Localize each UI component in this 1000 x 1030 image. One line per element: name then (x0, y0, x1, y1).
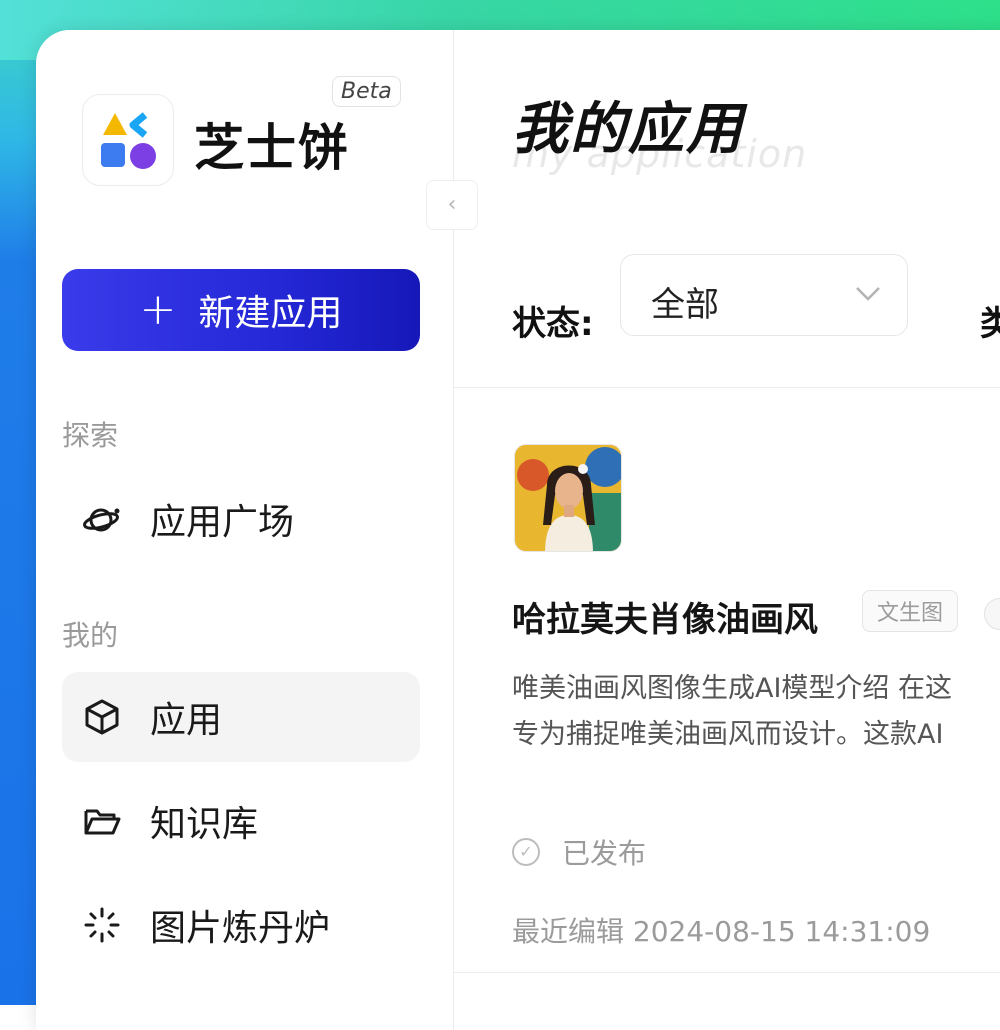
app-description-line: 专为捕捉唯美油画风而设计。这款AI (512, 719, 944, 750)
chevron-left-icon: ‹ (447, 192, 457, 217)
check-circle-icon: ✓ (512, 838, 540, 866)
portrait-painting-image (515, 445, 621, 551)
sidebar-item-image-furnace[interactable]: 图片炼丹炉 (62, 880, 420, 970)
sparkle-loader-icon (80, 903, 124, 947)
tag-extra-icon (984, 598, 1000, 630)
app-window: 芝士饼 Beta + 新建应用 探索 应用广场 我的 应用 知识库 图片炼丹炉 … (36, 30, 1000, 1030)
status-filter-value: 全部 (651, 285, 719, 325)
planet-icon (80, 497, 124, 541)
app-description-line: 唯美油画风图像生成AI模型介绍 在这 (512, 673, 953, 704)
sidebar-item-knowledge-base[interactable]: 知识库 (62, 776, 420, 866)
logo (82, 94, 174, 186)
cube-icon (80, 695, 124, 739)
logo-mark-icon (101, 112, 156, 169)
main-content: my application 我的应用 状态: 全部 类 哈拉莫夫肖像油画风 文… (454, 30, 1000, 1030)
sidebar: 芝士饼 Beta + 新建应用 探索 应用广场 我的 应用 知识库 图片炼丹炉 (36, 30, 454, 1030)
app-name: 哈拉莫夫肖像油画风 (512, 600, 818, 640)
section-label-mine: 我的 (62, 619, 119, 652)
filter-bar: 状态: 全部 类 (454, 252, 1000, 388)
sidebar-item-label: 图片炼丹炉 (150, 908, 331, 949)
new-app-button[interactable]: + 新建应用 (62, 269, 420, 351)
page-title: 我的应用 (512, 97, 744, 162)
app-card[interactable]: 哈拉莫夫肖像油画风 文生图 唯美油画风图像生成AI模型介绍 在这 专为捕捉唯美油… (454, 388, 1000, 973)
section-label-explore: 探索 (62, 419, 119, 452)
sidebar-item-apps[interactable]: 应用 (62, 672, 420, 762)
last-edited-time: 2024-08-15 14:31:09 (632, 915, 931, 948)
app-status-label: 已发布 (562, 837, 647, 870)
app-thumbnail (514, 444, 622, 552)
sidebar-item-label: 知识库 (150, 804, 259, 845)
last-edited: 最近编辑 2024-08-15 14:31:09 (512, 910, 930, 950)
app-status: ✓ 已发布 (512, 832, 646, 872)
plus-icon: + (139, 284, 177, 335)
last-edited-label: 最近编辑 (512, 915, 625, 948)
sidebar-item-label: 应用广场 (150, 502, 295, 543)
beta-badge: Beta (332, 76, 401, 107)
collapse-sidebar-button[interactable]: ‹ (426, 180, 478, 230)
type-filter-label: 类 (980, 304, 1000, 344)
chevron-down-icon (855, 279, 881, 309)
folder-icon (80, 799, 124, 843)
status-filter-label: 状态: (512, 304, 594, 344)
status-filter-select[interactable]: 全部 (620, 254, 908, 336)
app-type-tag: 文生图 (862, 590, 959, 632)
new-app-label: 新建应用 (198, 293, 343, 334)
sidebar-item-label: 应用 (150, 700, 223, 741)
brand-name: 芝士饼 (194, 119, 350, 177)
sidebar-item-app-square[interactable]: 应用广场 (62, 474, 420, 564)
app-description: 唯美油画风图像生成AI模型介绍 在这 专为捕捉唯美油画风而设计。这款AI (512, 666, 1000, 758)
